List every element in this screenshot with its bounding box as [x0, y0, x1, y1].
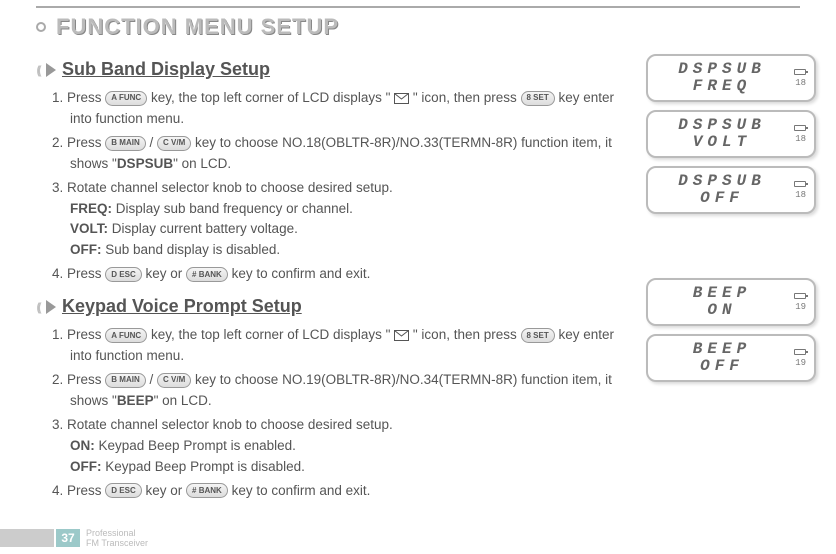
- step: 1. Press A FUNC key, the top left corner…: [52, 325, 638, 367]
- key-set: 8 SET: [521, 91, 555, 106]
- t: key to confirm and exit.: [232, 266, 371, 281]
- key-esc: D ESC: [105, 267, 141, 282]
- option: OFF: Sub band display is disabled.: [88, 240, 638, 261]
- option: VOLT: Display current battery voltage.: [88, 219, 638, 240]
- battery-icon: [794, 125, 806, 131]
- waves-icon: ((((: [37, 61, 40, 80]
- t: " icon, then press: [413, 327, 521, 342]
- t: 1. Press: [52, 90, 105, 105]
- section-heading: Sub Band Display Setup: [62, 56, 270, 84]
- key-esc: D ESC: [105, 483, 141, 498]
- t: 4. Press: [52, 266, 105, 281]
- t: 4. Press: [52, 483, 105, 498]
- top-title: FUNCTION MENU SETUP: [36, 14, 836, 40]
- lcd-preview: DSPSUBVOLT 18: [646, 110, 816, 158]
- spacer: [646, 222, 816, 270]
- t: /: [150, 372, 158, 387]
- top-rule: [36, 6, 800, 8]
- main: (((( Sub Band Display Setup 1. Press A F…: [0, 40, 836, 504]
- t: 3. Rotate channel selector knob to choos…: [52, 417, 393, 432]
- t: /: [150, 135, 158, 150]
- option: ON: Keypad Beep Prompt is enabled.: [88, 436, 638, 457]
- step: 3. Rotate channel selector knob to choos…: [52, 415, 638, 478]
- t: " icon, then press: [413, 90, 521, 105]
- t: 1. Press: [52, 327, 105, 342]
- section-title-1: (((( Sub Band Display Setup: [36, 56, 638, 84]
- step: 2. Press B MAIN / C V/M key to choose NO…: [52, 133, 638, 175]
- steps-list-1: 1. Press A FUNC key, the top left corner…: [52, 88, 638, 285]
- key-set: 8 SET: [521, 328, 555, 343]
- section-title-2: (((( Keypad Voice Prompt Setup: [36, 293, 638, 321]
- t: key or: [146, 266, 187, 281]
- triangle-icon: [46, 63, 56, 77]
- envelope-icon: [394, 330, 409, 341]
- key-main: B MAIN: [105, 136, 145, 151]
- t: " on LCD.: [173, 156, 231, 171]
- lcd-preview: BEEPON 19: [646, 278, 816, 326]
- t: key, the top left corner of LCD displays…: [151, 327, 394, 342]
- lcd-preview: DSPSUBFREQ 18: [646, 54, 816, 102]
- t: BEEP: [117, 393, 154, 408]
- step: 1. Press A FUNC key, the top left corner…: [52, 88, 638, 130]
- key-vm: C V/M: [157, 373, 191, 388]
- section-heading: Keypad Voice Prompt Setup: [62, 293, 302, 321]
- left-column: (((( Sub Band Display Setup 1. Press A F…: [36, 48, 638, 504]
- option: FREQ: Display sub band frequency or chan…: [88, 199, 638, 220]
- key-bank: # BANK: [186, 267, 228, 282]
- key-vm: C V/M: [157, 136, 191, 151]
- envelope-icon: [394, 93, 409, 104]
- battery-icon: [794, 69, 806, 75]
- key-bank: # BANK: [186, 483, 228, 498]
- page-title: FUNCTION MENU SETUP: [56, 14, 339, 40]
- battery-icon: [794, 293, 806, 299]
- footer: 37 ProfessionalFM Transceiver: [0, 528, 148, 548]
- t: DSPSUB: [117, 156, 173, 171]
- battery-icon: [794, 181, 806, 187]
- key-main: B MAIN: [105, 373, 145, 388]
- right-column: DSPSUBFREQ 18 DSPSUBVOLT 18 DSPSUBOFF 18…: [646, 48, 816, 504]
- t: key or: [146, 483, 187, 498]
- footer-brand: ProfessionalFM Transceiver: [86, 528, 148, 548]
- bullet-icon: [36, 22, 46, 32]
- footer-bar: [0, 529, 54, 547]
- step: 3. Rotate channel selector knob to choos…: [52, 178, 638, 262]
- t: key, the top left corner of LCD displays…: [151, 90, 394, 105]
- key-func: A FUNC: [105, 328, 147, 343]
- lcd-preview: DSPSUBOFF 18: [646, 166, 816, 214]
- triangle-icon: [46, 300, 56, 314]
- step: 4. Press D ESC key or # BANK key to conf…: [52, 481, 638, 502]
- t: key to confirm and exit.: [232, 483, 371, 498]
- waves-icon: ((((: [37, 298, 40, 317]
- t: " on LCD.: [154, 393, 212, 408]
- page-number: 37: [56, 529, 80, 547]
- step: 4. Press D ESC key or # BANK key to conf…: [52, 264, 638, 285]
- key-func: A FUNC: [105, 91, 147, 106]
- battery-icon: [794, 349, 806, 355]
- t: 3. Rotate channel selector knob to choos…: [52, 180, 393, 195]
- step: 2. Press B MAIN / C V/M key to choose NO…: [52, 370, 638, 412]
- lcd-preview: BEEPOFF 19: [646, 334, 816, 382]
- option: OFF: Keypad Beep Prompt is disabled.: [88, 457, 638, 478]
- t: 2. Press: [52, 372, 105, 387]
- steps-list-2: 1. Press A FUNC key, the top left corner…: [52, 325, 638, 501]
- t: 2. Press: [52, 135, 105, 150]
